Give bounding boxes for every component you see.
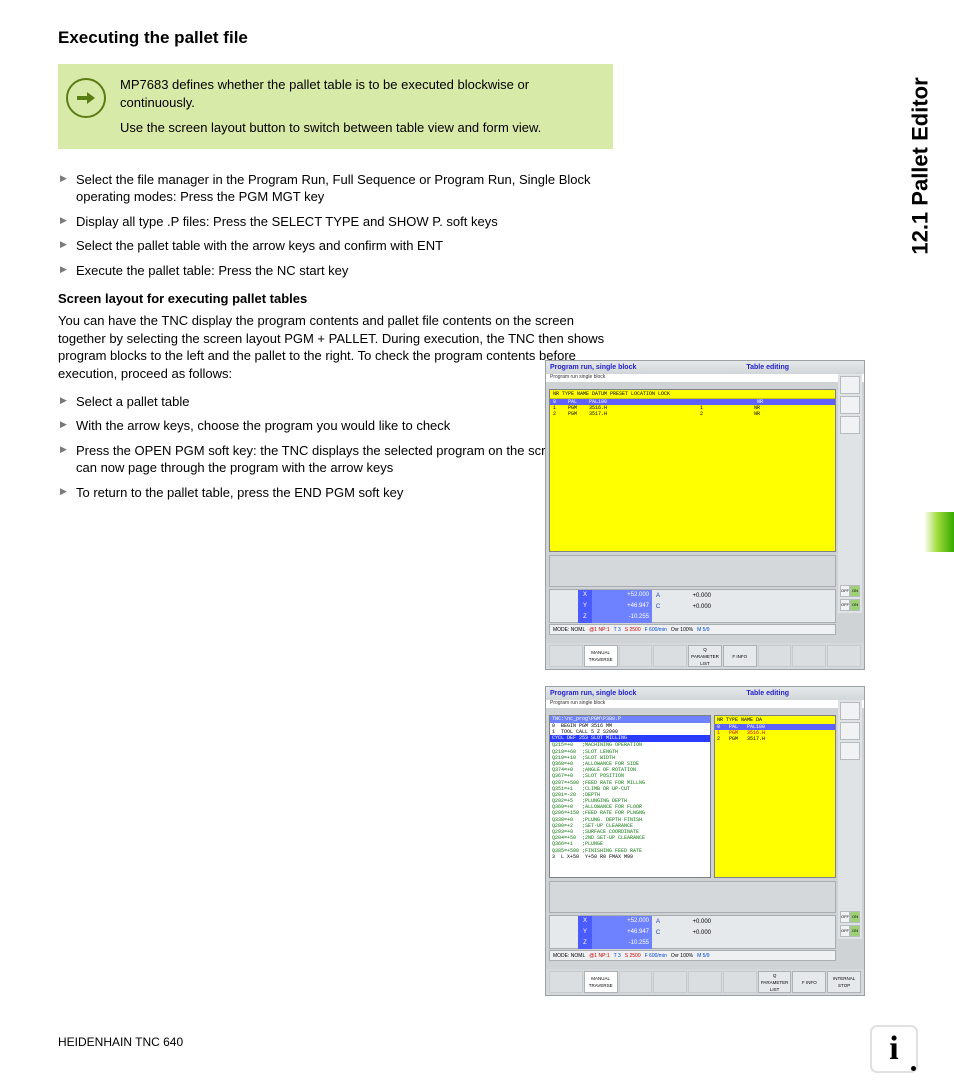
right-toolbar: OFFON OFFON	[838, 374, 862, 613]
softkey[interactable]	[653, 645, 687, 667]
table-row: 2 PGM 3517.H	[715, 736, 835, 742]
softkey[interactable]	[549, 971, 583, 993]
page-title: Executing the pallet file	[58, 28, 896, 48]
screen-title-left: Program run, single block	[550, 364, 636, 371]
list-item: Display all type .P files: Press the SEL…	[58, 213, 613, 231]
softkey[interactable]	[688, 971, 722, 993]
pallet-pane: NR TYPE NAME DA 0 PAL PAL100 1 PGM 3516.…	[714, 715, 836, 878]
softkey[interactable]: F INFO	[723, 645, 757, 667]
softkey[interactable]: MANUAL TRAVERSE	[584, 645, 618, 667]
softkey[interactable]: INTERNAL STOP	[827, 971, 861, 993]
screenshot-pallet-table-full: Program run, single block Table editing …	[545, 360, 865, 670]
softkey[interactable]	[758, 645, 792, 667]
override-switch-s[interactable]: OFFON	[840, 911, 860, 923]
override-bar	[549, 881, 836, 913]
footer-product: HEIDENHAIN TNC 640	[58, 1035, 183, 1049]
toolbar-btn[interactable]	[840, 376, 860, 394]
softkey[interactable]: F INFO	[792, 971, 826, 993]
toolbar-btn[interactable]	[840, 742, 860, 760]
list-item: With the arrow keys, choose the program …	[58, 417, 613, 435]
toolbar-btn[interactable]	[840, 416, 860, 434]
override-switch-s[interactable]: OFFON	[840, 585, 860, 597]
pallet-table-pane: NR TYPE NAME DATUM PRESET LOCATION LOCK …	[549, 389, 836, 552]
status-strip: MODE: NOML @1 NP:1 T 3 S 2500 F 600/min …	[549, 624, 836, 635]
list-item: Press the OPEN PGM soft key: the TNC dis…	[58, 442, 613, 477]
softkey[interactable]: MANUAL TRAVERSE	[584, 971, 618, 993]
screen-title-left: Program run, single block	[550, 690, 636, 697]
table-header: NR TYPE NAME DATUM PRESET LOCATION LOCK	[550, 390, 835, 399]
body-paragraph: You can have the TNC display the program…	[58, 312, 613, 382]
program-pane: TNC:\nc_prog\PGM\P380.P 0 BEGIN PGM 3516…	[549, 715, 711, 878]
position-display: X+52.000A+0.000 Y+46.947C+0.000 Z-10.255	[549, 589, 836, 623]
screenshot-pgm-plus-pallet: Program run, single block Table editing …	[545, 686, 865, 996]
page-footer: HEIDENHAIN TNC 640 411	[58, 1035, 896, 1049]
procedure-list: Select the file manager in the Program R…	[58, 171, 613, 280]
override-bar	[549, 555, 836, 587]
note-paragraph: MP7683 defines whether the pallet table …	[120, 76, 599, 111]
softkey[interactable]	[653, 971, 687, 993]
list-item: Select the file manager in the Program R…	[58, 171, 613, 206]
softkey-bar: MANUAL TRAVERSE Q PARAMETER LIST F INFO …	[546, 969, 864, 995]
toolbar-btn[interactable]	[840, 396, 860, 414]
right-toolbar: OFFON OFFON	[838, 700, 862, 939]
softkey-bar: MANUAL TRAVERSE Q PARAMETER LIST F INFO	[546, 643, 864, 669]
softkey[interactable]	[827, 645, 861, 667]
arrow-right-icon	[66, 78, 106, 118]
position-display: X+52.000A+0.000 Y+46.947C+0.000 Z-10.255	[549, 915, 836, 949]
program-line: 3 L X+50 Y+50 R0 FMAX M99	[550, 854, 710, 860]
override-switch-f[interactable]: OFFON	[840, 599, 860, 611]
softkey[interactable]: Q PARAMETER LIST	[758, 971, 792, 993]
program-path: TNC:\nc_prog\PGM\P380.P	[550, 716, 710, 723]
softkey[interactable]: Q PARAMETER LIST	[688, 645, 722, 667]
softkey[interactable]	[549, 645, 583, 667]
list-item: To return to the pallet table, press the…	[58, 484, 613, 502]
info-icon: i	[870, 1025, 918, 1073]
screen-title-right: Table editing	[746, 690, 789, 697]
subheading: Screen layout for executing pallet table…	[58, 291, 896, 306]
list-item: Execute the pallet table: Press the NC s…	[58, 262, 613, 280]
table-header: NR TYPE NAME DA	[715, 716, 835, 724]
toolbar-btn[interactable]	[840, 722, 860, 740]
screen-title-right: Table editing	[746, 364, 789, 371]
override-switch-f[interactable]: OFFON	[840, 925, 860, 937]
procedure-list: Select a pallet table With the arrow key…	[58, 393, 613, 502]
program-line-selected: CYCL DEF 253 SLOT MILLING	[550, 735, 710, 742]
screenshot-figures: Program run, single block Table editing …	[545, 360, 865, 1012]
note-box: MP7683 defines whether the pallet table …	[58, 64, 613, 149]
softkey[interactable]	[792, 645, 826, 667]
thumb-tab	[924, 512, 954, 552]
softkey[interactable]	[619, 645, 653, 667]
softkey[interactable]	[723, 971, 757, 993]
list-item: Select a pallet table	[58, 393, 613, 411]
table-row: 2 PGM 3517.H 2 NR	[550, 411, 835, 417]
softkey[interactable]	[619, 971, 653, 993]
list-item: Select the pallet table with the arrow k…	[58, 237, 613, 255]
note-paragraph: Use the screen layout button to switch b…	[120, 119, 599, 137]
status-strip: MODE: NOML @1 NP:1 T 3 S 2500 F 600/min …	[549, 950, 836, 961]
screen-subbar: Program run single block	[546, 700, 864, 708]
screen-subbar: Program run single block	[546, 374, 864, 382]
toolbar-btn[interactable]	[840, 702, 860, 720]
chapter-side-header: 12.1 Pallet Editor	[908, 26, 934, 306]
